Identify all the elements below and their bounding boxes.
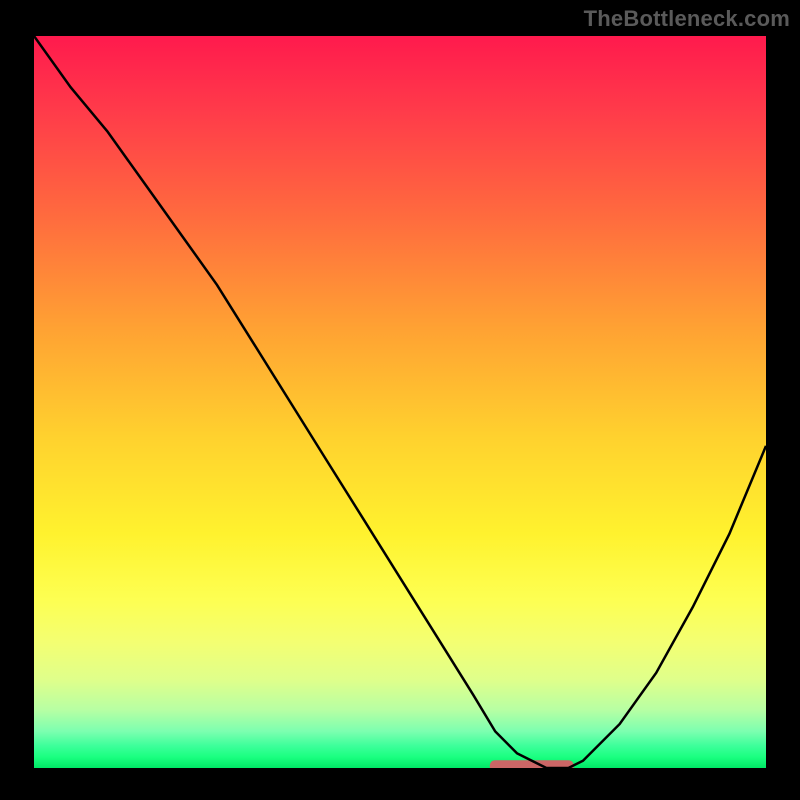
chart-container: TheBottleneck.com [0, 0, 800, 800]
plot-area [34, 36, 766, 768]
watermark-text: TheBottleneck.com [584, 6, 790, 32]
chart-svg [34, 36, 766, 768]
curve-line [34, 36, 766, 768]
